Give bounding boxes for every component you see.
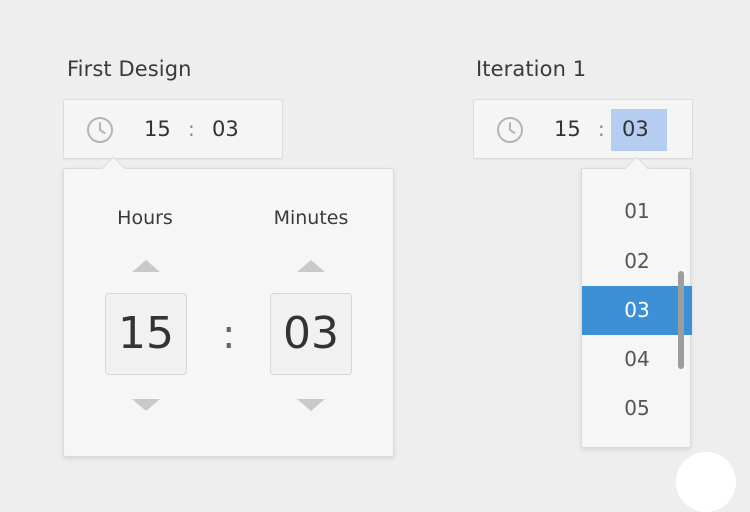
hours-label: Hours: [117, 207, 173, 229]
minutes-down-arrow-icon[interactable]: [297, 399, 325, 411]
first-design-title: First Design: [67, 57, 192, 81]
minutes-dropdown-list[interactable]: 01 02 03 04 05: [581, 156, 692, 448]
first-design-hours-value[interactable]: 15: [144, 117, 171, 141]
minutes-label: Minutes: [273, 207, 349, 229]
first-design-time-field[interactable]: 15 : 03: [63, 99, 283, 159]
dropdown-option[interactable]: 02: [582, 237, 692, 286]
hours-up-arrow-icon[interactable]: [132, 260, 160, 272]
minutes-up-arrow-icon[interactable]: [297, 260, 325, 272]
iteration-1-minutes-value[interactable]: 03: [622, 117, 649, 141]
iteration-1-title: Iteration 1: [476, 57, 587, 81]
iteration-1-hours-value[interactable]: 15: [554, 117, 581, 141]
iteration-1-time-field[interactable]: 15 : 03: [473, 99, 693, 159]
hours-down-arrow-icon[interactable]: [132, 399, 160, 411]
dropdown-option[interactable]: 01: [582, 187, 692, 236]
minutes-value-box[interactable]: 03: [270, 293, 352, 375]
first-design-field-separator: :: [188, 117, 195, 141]
clock-icon: [87, 117, 113, 143]
first-design-minutes-value[interactable]: 03: [212, 117, 239, 141]
hours-value-box[interactable]: 15: [105, 293, 187, 375]
corner-decoration: [676, 452, 736, 512]
picker-separator: :: [222, 312, 236, 358]
dropdown-scrollbar[interactable]: [678, 271, 684, 369]
iteration-1-field-separator: :: [598, 117, 605, 141]
dropdown-option-selected[interactable]: 03: [582, 286, 692, 335]
clock-icon: [497, 117, 523, 143]
dropdown-option[interactable]: 04: [582, 335, 692, 384]
popup-caret: [101, 156, 126, 181]
dropdown-option[interactable]: 05: [582, 384, 692, 433]
dropdown-caret: [624, 156, 649, 181]
first-design-picker-popup: Hours Minutes 15 : 03: [63, 156, 394, 457]
